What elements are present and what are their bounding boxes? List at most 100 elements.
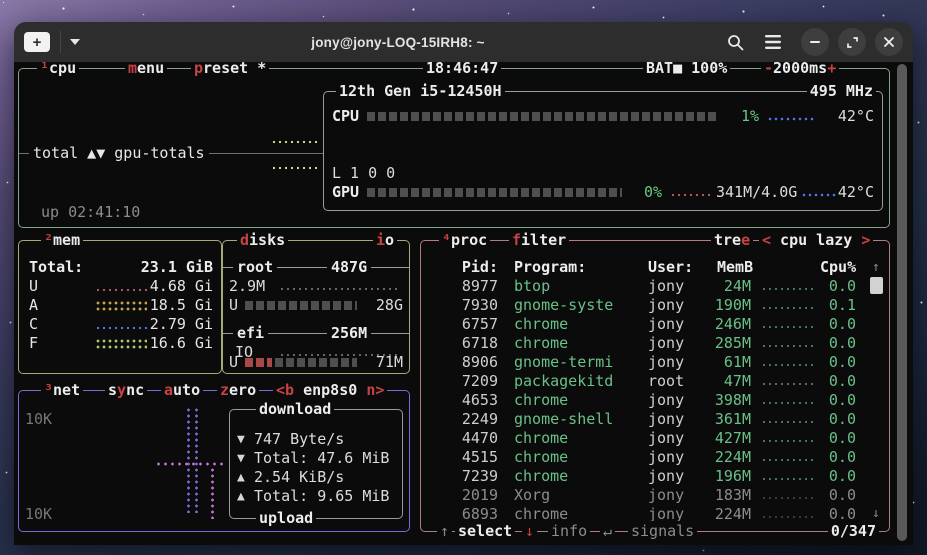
process-user: jony <box>648 448 684 467</box>
process-pid: 7209 <box>431 372 498 391</box>
disks-io-toggle[interactable]: io <box>373 230 397 250</box>
net-prev-interface-button[interactable]: <b <box>276 381 294 399</box>
table-row[interactable]: 7209 packagekitd root 47M 0.0 <box>421 372 873 391</box>
table-row[interactable]: 2249 gnome-shell jony 361M 0.0 <box>421 410 873 429</box>
process-name: chrome <box>514 429 568 448</box>
table-row[interactable]: 8906 gnome-termi jony 61M 0.0 <box>421 353 873 372</box>
table-row[interactable]: 7239 chrome jony 196M 0.0 <box>421 467 873 486</box>
process-user: root <box>648 372 684 391</box>
process-cpu-graph <box>761 419 817 424</box>
cpu-panel-title[interactable]: ¹cpu <box>37 62 79 78</box>
cpu-mini-graph <box>271 165 319 171</box>
net-zero-button[interactable]: zero <box>217 380 259 400</box>
cpu-panel: ¹cpu menu preset * 18:46:47 BAT■ 100% -2… <box>18 68 890 228</box>
net-panel-title[interactable]: ³net <box>41 380 83 400</box>
new-tab-icon[interactable]: + <box>24 32 50 52</box>
net-sync-button[interactable]: sync <box>105 380 147 400</box>
hamburger-menu-icon[interactable] <box>762 31 784 53</box>
process-mem: 427M <box>687 429 751 448</box>
battery-status: BAT■ 100% <box>643 62 730 78</box>
process-cpu-graph <box>761 514 817 519</box>
minimize-button[interactable] <box>801 28 829 56</box>
process-name: chrome <box>514 448 568 467</box>
cpu-usage-meter <box>367 112 717 121</box>
net-auto-button[interactable]: auto <box>161 380 203 400</box>
table-row[interactable]: 6718 chrome jony 285M 0.0 <box>421 334 873 353</box>
net-interface-switcher[interactable]: <b enp8s0 n> <box>273 380 387 400</box>
process-cpu: 0.0 <box>814 448 856 467</box>
chevron-down-icon[interactable] <box>70 39 80 45</box>
footer-up-arrow[interactable]: ↑ <box>437 521 452 541</box>
cpu-model: 12th Gen i5-12450H <box>336 81 505 101</box>
mem-row-key: F <box>29 334 38 353</box>
terminal-scrollbar[interactable] <box>897 64 907 541</box>
process-cpu: 0.0 <box>814 486 856 505</box>
table-row[interactable]: 2019 Xorg jony 183M 0.0 <box>421 486 873 505</box>
process-pid: 4470 <box>431 429 498 448</box>
process-user: jony <box>648 296 684 315</box>
process-cpu: 0.1 <box>814 296 856 315</box>
efi-disk-label: efi <box>233 324 268 343</box>
update-interval: -2000ms+ <box>761 62 839 78</box>
mem-row: U 4.68 Gi <box>19 277 221 296</box>
footer-info-button[interactable]: info <box>548 521 590 541</box>
table-row[interactable]: 7930 gnome-syste jony 190M 0.1 <box>421 296 873 315</box>
process-cpu: 0.0 <box>814 467 856 486</box>
table-row[interactable]: 4515 chrome jony 224M 0.0 <box>421 448 873 467</box>
proc-scrollbar-thumb[interactable] <box>870 277 883 294</box>
restore-button[interactable] <box>838 28 866 56</box>
process-count: 0/347 <box>828 521 879 541</box>
table-row[interactable]: 6757 chrome jony 246M 0.0 <box>421 315 873 334</box>
net-stat-text: Total: 47.6 MiB <box>254 449 389 468</box>
gpu-totals-toggle[interactable]: total ▲▼ gpu-totals <box>29 144 209 163</box>
titlebar-divider <box>60 31 61 53</box>
search-icon[interactable] <box>724 31 746 53</box>
process-mem: 24M <box>687 277 751 296</box>
net-scale-bottom: 10K <box>25 505 52 524</box>
process-name: chrome <box>514 391 568 410</box>
menu-button[interactable]: menu <box>125 62 167 78</box>
interval-increase-button[interactable]: + <box>827 62 836 77</box>
process-mem: 196M <box>687 467 751 486</box>
net-stat-text: 747 Byte/s <box>254 430 344 449</box>
mem-row-key: U <box>29 277 38 296</box>
process-user: jony <box>648 410 684 429</box>
process-mem: 183M <box>687 486 751 505</box>
process-pid: 4515 <box>431 448 498 467</box>
interval-decrease-button[interactable]: - <box>764 62 773 77</box>
process-cpu: 0.0 <box>814 410 856 429</box>
process-pid: 8977 <box>431 277 498 296</box>
footer-select[interactable]: select <box>455 521 515 541</box>
clock: 18:46:47 <box>423 62 501 78</box>
process-pid: 8906 <box>431 353 498 372</box>
net-next-interface-button[interactable]: n> <box>366 381 384 399</box>
footer-down-arrow[interactable]: ↓ <box>522 521 537 541</box>
table-row[interactable]: 8977 btop jony 24M 0.0 <box>421 277 873 296</box>
net-stat-row: ▼ 747 Byte/s <box>230 430 402 449</box>
process-cpu: 0.0 <box>814 315 856 334</box>
gpu-temp: 42°C <box>838 183 874 202</box>
process-cpu-graph <box>761 305 817 310</box>
disks-panel-title[interactable]: disks <box>237 230 288 250</box>
process-user: jony <box>648 486 684 505</box>
net-stat-row: ▲ Total: 9.65 MiB <box>230 487 402 506</box>
efi-used-meter <box>275 358 357 367</box>
net-direction-icon: ▲ <box>237 487 245 506</box>
net-direction-icon: ▼ <box>237 449 245 468</box>
table-row[interactable]: 4653 chrome jony 398M 0.0 <box>421 391 873 410</box>
window-title: jony@jony-LOQ-15IRH8: ~ <box>80 35 716 50</box>
mem-row: C 2.79 Gi <box>19 315 221 334</box>
footer-signals-button[interactable]: signals <box>628 521 697 541</box>
process-name: chrome <box>514 334 568 353</box>
net-stat-text: 2.54 KiB/s <box>254 468 344 487</box>
preset-button[interactable]: preset * <box>191 62 269 78</box>
table-row[interactable]: 4470 chrome jony 427M 0.0 <box>421 429 873 448</box>
process-mem: 285M <box>687 334 751 353</box>
cpu-mini-graph <box>271 139 319 145</box>
process-user: jony <box>648 467 684 486</box>
net-direction-icon: ▲ <box>237 468 245 487</box>
close-button[interactable] <box>875 28 903 56</box>
cpu-temp: 42°C <box>838 107 874 126</box>
terminal-window: + jony@jony-LOQ-15IRH8: ~ ¹cpu menu pres… <box>14 22 913 545</box>
process-name: gnome-shell <box>514 410 613 429</box>
